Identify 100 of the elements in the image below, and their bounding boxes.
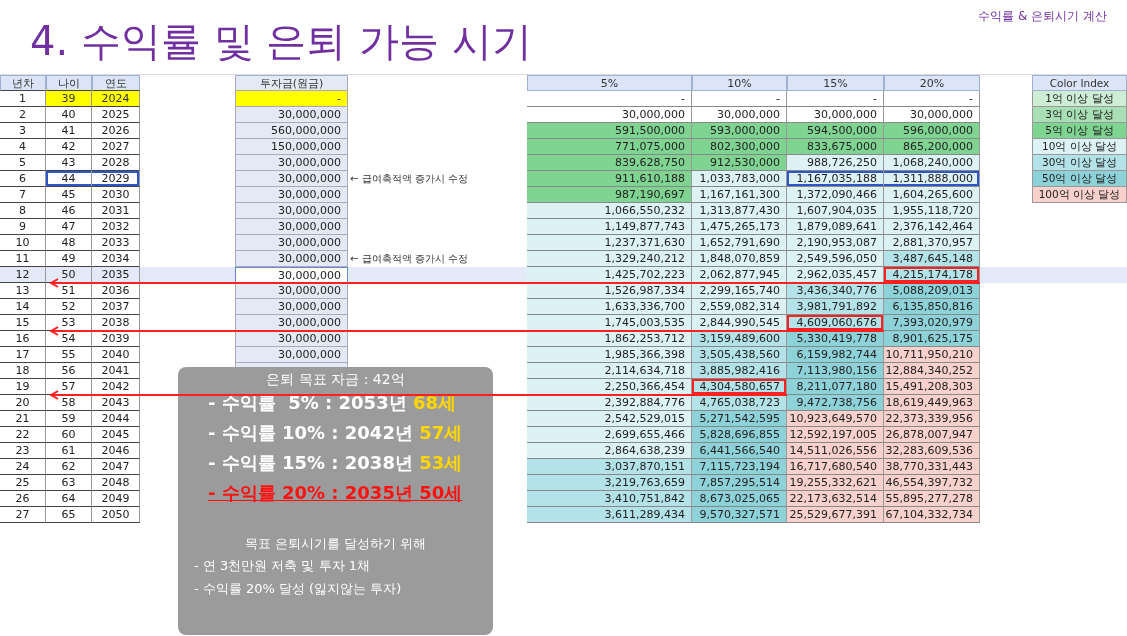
table-cell: -	[527, 91, 692, 107]
legend-item: 30억 이상 달성	[1032, 155, 1127, 171]
table-cell: 771,075,000	[527, 139, 692, 155]
table-cell: 30,000,000	[235, 299, 348, 315]
table-cell: 26	[0, 491, 46, 507]
table-cell: 9,570,327,571	[692, 507, 787, 523]
result-line: - 수익률 10% : 2042년 57세	[207, 421, 464, 445]
summary-title: 은퇴 목표 자금 : 42억	[265, 370, 406, 388]
note-text: ← 급여축적액 증가시 수정	[349, 252, 468, 266]
table-cell: 2049	[92, 491, 140, 507]
table-cell: 10	[0, 235, 46, 251]
column-header: Color Index	[1032, 75, 1127, 91]
table-cell: 839,628,750	[527, 155, 692, 171]
table-cell: 802,300,000	[692, 139, 787, 155]
table-cell: 4,215,174,178	[884, 267, 980, 283]
table-cell: 1,066,550,232	[527, 203, 692, 219]
table-cell: 30,000,000	[235, 315, 348, 331]
column-header: 나이	[46, 75, 92, 91]
table-cell: 18,619,449,963	[884, 395, 980, 411]
table-cell: 1,033,783,000	[692, 171, 787, 187]
table-cell: 1,372,090,466	[787, 187, 884, 203]
table-cell: 2024	[92, 91, 140, 107]
table-cell: 2040	[92, 347, 140, 363]
table-cell: 7,393,020,979	[884, 315, 980, 331]
table-cell: 2029	[92, 171, 140, 187]
table-cell: 25	[0, 475, 46, 491]
table-cell: 3,505,438,560	[692, 347, 787, 363]
table-cell: 2034	[92, 251, 140, 267]
table-cell: 30,000,000	[235, 187, 348, 203]
table-cell: 4,304,580,657	[692, 379, 787, 395]
table-cell: 38,770,331,443	[884, 459, 980, 475]
table-cell: 5	[0, 155, 46, 171]
table-cell: 2,250,366,454	[527, 379, 692, 395]
table-cell: 987,190,697	[527, 187, 692, 203]
table-cell: 3,219,763,659	[527, 475, 692, 491]
table-cell: -	[235, 91, 348, 107]
table-cell: 2,881,370,957	[884, 235, 980, 251]
column-header: 투자금(원금)	[235, 75, 348, 91]
table-cell: 8,901,625,175	[884, 331, 980, 347]
table-cell: 6,159,982,744	[787, 347, 884, 363]
table-cell: 2027	[92, 139, 140, 155]
table-cell: 988,726,250	[787, 155, 884, 171]
table-cell: 2047	[92, 459, 140, 475]
table-cell: 23	[0, 443, 46, 459]
table-cell: 3,037,870,151	[527, 459, 692, 475]
table-cell: 1,848,070,859	[692, 251, 787, 267]
table-cell: 2,062,877,945	[692, 267, 787, 283]
table-cell: 45	[46, 187, 92, 203]
table-cell: 1,149,877,743	[527, 219, 692, 235]
table-cell: 10,711,950,210	[884, 347, 980, 363]
table-cell: 2031	[92, 203, 140, 219]
table-cell: 11	[0, 251, 46, 267]
table-cell: 2,114,634,718	[527, 363, 692, 379]
table-cell: 55	[46, 347, 92, 363]
column-header: 20%	[884, 75, 980, 91]
table-cell: 42	[46, 139, 92, 155]
table-cell: 2025	[92, 107, 140, 123]
table-cell: 2037	[92, 299, 140, 315]
table-cell: 1,167,035,188	[787, 171, 884, 187]
table-cell: 30,000,000	[235, 251, 348, 267]
table-cell: 2041	[92, 363, 140, 379]
table-cell: 41	[46, 123, 92, 139]
table-cell: 63	[46, 475, 92, 491]
table-cell: 49	[46, 251, 92, 267]
table-cell: 26,878,007,947	[884, 427, 980, 443]
plan-item: - 연 3천만원 저축 및 투자 1채	[193, 557, 372, 575]
table-cell: 12,592,197,005	[787, 427, 884, 443]
table-cell: 6,135,850,816	[884, 299, 980, 315]
page-title: 4. 수익률 및 은퇴 가능 시기	[30, 17, 532, 66]
table-cell: 14	[0, 299, 46, 315]
table-cell: 1,652,791,690	[692, 235, 787, 251]
table-cell: 8	[0, 203, 46, 219]
table-cell: 46,554,397,732	[884, 475, 980, 491]
plan-title: 목표 은퇴시기를 달성하기 위해	[243, 535, 428, 553]
table-cell: 43	[46, 155, 92, 171]
table-cell: 30,000,000	[235, 171, 348, 187]
table-cell: 2,699,655,466	[527, 427, 692, 443]
table-cell: 596,000,000	[884, 123, 980, 139]
column-header: 15%	[787, 75, 884, 91]
table-cell: 1,607,904,035	[787, 203, 884, 219]
page-subtitle: 수익률 & 은퇴시기 계산	[978, 8, 1107, 25]
table-cell: 30,000,000	[235, 267, 348, 283]
table-cell: 3,981,791,892	[787, 299, 884, 315]
table-cell: 1,745,003,535	[527, 315, 692, 331]
table-cell: 18	[0, 363, 46, 379]
table-cell: 30,000,000	[235, 219, 348, 235]
table-cell: 2,559,082,314	[692, 299, 787, 315]
table-cell: 4	[0, 139, 46, 155]
table-cell: 56	[46, 363, 92, 379]
table-cell: 15	[0, 315, 46, 331]
table-cell: 594,500,000	[787, 123, 884, 139]
table-cell: 2,962,035,457	[787, 267, 884, 283]
table-cell: 7,857,295,514	[692, 475, 787, 491]
table-cell: 14,511,026,556	[787, 443, 884, 459]
table-cell: 27	[0, 507, 46, 523]
table-cell: 2045	[92, 427, 140, 443]
table-cell: 7	[0, 187, 46, 203]
table-cell: 6,441,566,540	[692, 443, 787, 459]
table-cell: 50	[46, 267, 92, 283]
table-cell: 4,609,060,676	[787, 315, 884, 331]
